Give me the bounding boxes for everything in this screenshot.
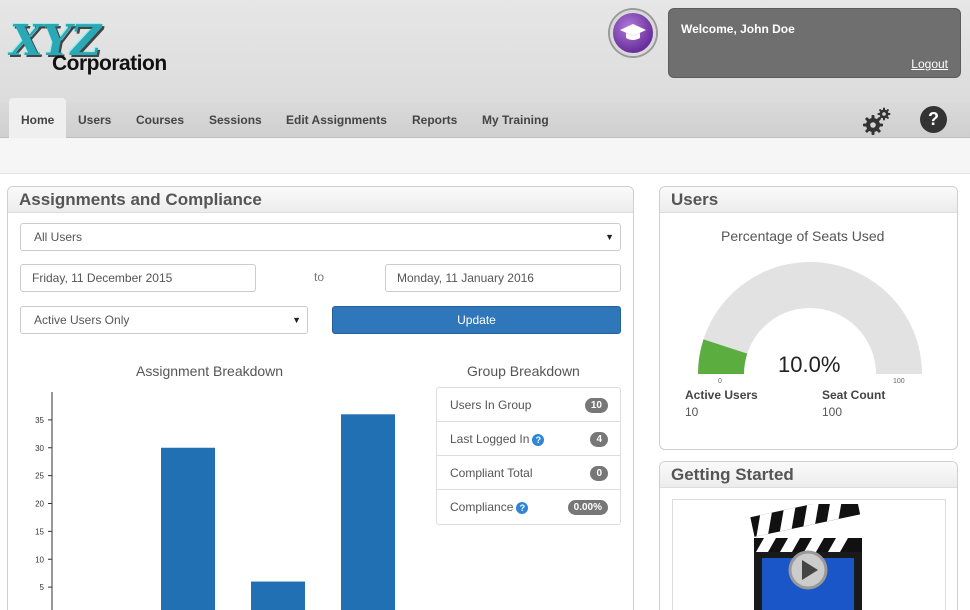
user-filter-select[interactable]: All Users ▼ bbox=[20, 223, 621, 251]
nav-reports[interactable]: Reports bbox=[400, 102, 469, 138]
date-to-label: to bbox=[314, 270, 325, 284]
date-from-field[interactable]: Friday, 11 December 2015 bbox=[20, 264, 256, 292]
gauge-min: 0 bbox=[718, 378, 722, 385]
group-row-label: Last Logged In bbox=[450, 432, 530, 446]
gauge-value: 10.0% bbox=[778, 352, 841, 377]
nav-edit-assignments[interactable]: Edit Assignments bbox=[274, 102, 399, 138]
panel-title: Assignments and Compliance bbox=[8, 187, 633, 213]
y-tick-label: 35 bbox=[35, 416, 44, 425]
logout-link[interactable]: Logout bbox=[911, 57, 948, 71]
active-users-value: 10 bbox=[685, 405, 699, 419]
y-tick-label: 20 bbox=[35, 500, 44, 509]
y-tick-label: 5 bbox=[40, 583, 45, 592]
count-badge: 4 bbox=[590, 432, 608, 447]
group-row-label: Compliant Total bbox=[450, 466, 533, 480]
clapperboard-icon[interactable] bbox=[748, 504, 868, 610]
logo-sub: Corporation bbox=[52, 52, 167, 75]
assignment-breakdown-title: Assignment Breakdown bbox=[136, 363, 284, 379]
group-row-label: Compliance bbox=[450, 500, 514, 514]
welcome-text: Welcome, John Doe bbox=[681, 22, 795, 36]
nav-my-training[interactable]: My Training bbox=[470, 102, 561, 138]
graduation-cap-icon[interactable] bbox=[610, 10, 656, 56]
seat-count-label: Seat Count bbox=[822, 388, 886, 402]
bar[interactable] bbox=[251, 581, 305, 610]
welcome-panel: Welcome, John Doe Logout bbox=[668, 8, 961, 78]
count-badge: 0.00% bbox=[567, 500, 608, 515]
sub-toolbar bbox=[0, 138, 970, 174]
gear-icon[interactable] bbox=[862, 106, 892, 136]
status-filter-value: Active Users Only bbox=[34, 313, 130, 327]
seat-count-value: 100 bbox=[822, 405, 843, 419]
nav-users[interactable]: Users bbox=[66, 102, 123, 138]
y-tick-label: 15 bbox=[35, 527, 44, 536]
app-header: XYZ Corporation Welcome, John Doe Logout bbox=[0, 0, 970, 102]
y-tick-label: 10 bbox=[35, 555, 44, 564]
active-users-label: Active Users bbox=[685, 388, 758, 402]
nav-sessions[interactable]: Sessions bbox=[197, 102, 274, 138]
group-breakdown-table: Users In Group 10 Last Logged In? 4 Comp… bbox=[436, 387, 621, 525]
main-nav: Home Users Courses Sessions Edit Assignm… bbox=[0, 98, 970, 138]
y-tick-label: 25 bbox=[35, 472, 44, 481]
nav-home[interactable]: Home bbox=[9, 98, 67, 138]
gauge-max: 100 bbox=[893, 378, 905, 385]
bar[interactable] bbox=[341, 414, 395, 610]
bar[interactable] bbox=[161, 447, 215, 610]
group-row-compliance: Compliance? 0.00% bbox=[437, 490, 620, 524]
panel-title: Users bbox=[660, 187, 957, 213]
assignment-breakdown-chart: 5 10 15 20 25 30 35 bbox=[35, 392, 395, 610]
company-logo[interactable]: XYZ Corporation bbox=[10, 16, 180, 80]
gauge-title: Percentage of Seats Used bbox=[721, 228, 885, 244]
count-badge: 10 bbox=[584, 398, 608, 413]
group-breakdown-title: Group Breakdown bbox=[467, 363, 580, 379]
group-row-compliant-total: Compliant Total 0 bbox=[437, 456, 620, 490]
y-tick-label: 30 bbox=[35, 444, 44, 453]
status-filter-select[interactable]: Active Users Only ▼ bbox=[20, 306, 308, 334]
update-button[interactable]: Update bbox=[332, 306, 621, 334]
user-filter-value: All Users bbox=[34, 230, 83, 244]
group-row-label: Users In Group bbox=[450, 398, 532, 412]
group-row-last-logged-in: Last Logged In? 4 bbox=[437, 422, 620, 456]
chevron-down-icon: ▼ bbox=[605, 232, 614, 242]
info-icon[interactable]: ? bbox=[532, 434, 545, 446]
chevron-down-icon: ▼ bbox=[292, 315, 301, 325]
count-badge: 0 bbox=[590, 466, 608, 481]
info-icon[interactable]: ? bbox=[516, 502, 529, 514]
nav-courses[interactable]: Courses bbox=[124, 102, 196, 138]
group-row-users-in-group: Users In Group 10 bbox=[437, 388, 620, 422]
panel-title: Getting Started bbox=[660, 462, 957, 488]
date-to-field[interactable]: Monday, 11 January 2016 bbox=[385, 264, 621, 292]
help-icon[interactable]: ? bbox=[920, 106, 947, 133]
